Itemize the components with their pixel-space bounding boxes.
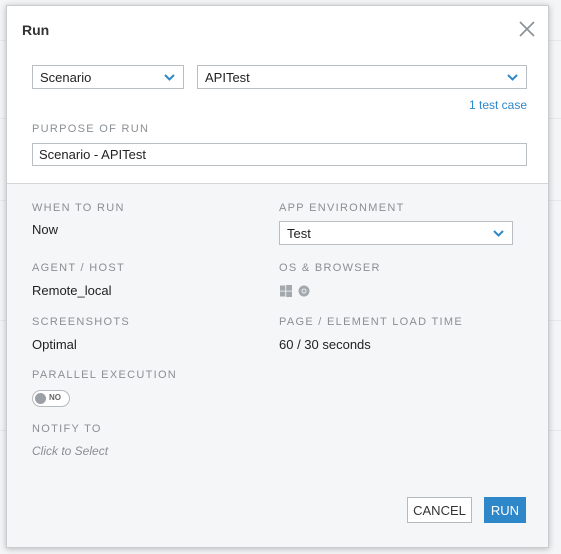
agent-host-value[interactable]: Remote_local	[32, 283, 112, 298]
environment-select[interactable]: Test	[279, 221, 513, 245]
screenshots-label: SCREENSHOTS	[32, 316, 131, 328]
chevron-down-icon	[164, 74, 175, 81]
chrome-icon	[298, 285, 310, 297]
parallel-execution-label: PARALLEL EXECUTION	[32, 369, 178, 381]
toggle-knob	[35, 393, 46, 404]
environment-value: Test	[287, 226, 311, 241]
target-select[interactable]: APITest	[197, 65, 527, 89]
os-browser-label: OS & BROWSER	[279, 262, 381, 274]
chevron-down-icon	[507, 74, 518, 81]
dialog-title: Run	[22, 22, 50, 38]
close-icon[interactable]	[517, 19, 537, 39]
target-value: APITest	[205, 70, 250, 85]
test-case-count-link[interactable]: 1 test case	[469, 98, 527, 112]
screenshots-value[interactable]: Optimal	[32, 337, 77, 352]
run-dialog: Run Scenario APITest 1 test case PURPOSE…	[6, 5, 549, 548]
parallel-execution-toggle[interactable]: NO	[32, 390, 70, 407]
load-time-value[interactable]: 60 / 30 seconds	[279, 337, 371, 352]
toggle-state-text: NO	[49, 393, 61, 402]
notify-to-select[interactable]: Click to Select	[32, 444, 108, 458]
purpose-label: PURPOSE OF RUN	[32, 123, 150, 135]
chevron-down-icon	[493, 230, 504, 237]
purpose-input[interactable]: Scenario - APITest	[32, 143, 527, 166]
when-to-run-value[interactable]: Now	[32, 222, 58, 237]
notify-to-label: NOTIFY TO	[32, 423, 102, 435]
run-type-select[interactable]: Scenario	[32, 65, 184, 89]
windows-icon	[280, 285, 292, 297]
load-time-label: PAGE / ELEMENT LOAD TIME	[279, 316, 464, 328]
cancel-button[interactable]: CANCEL	[407, 497, 472, 523]
run-button[interactable]: RUN	[484, 497, 526, 523]
when-to-run-label: WHEN TO RUN	[32, 202, 125, 214]
agent-host-label: AGENT / HOST	[32, 262, 126, 274]
app-environment-label: APP ENVIRONMENT	[279, 202, 405, 214]
run-type-value: Scenario	[40, 70, 92, 85]
